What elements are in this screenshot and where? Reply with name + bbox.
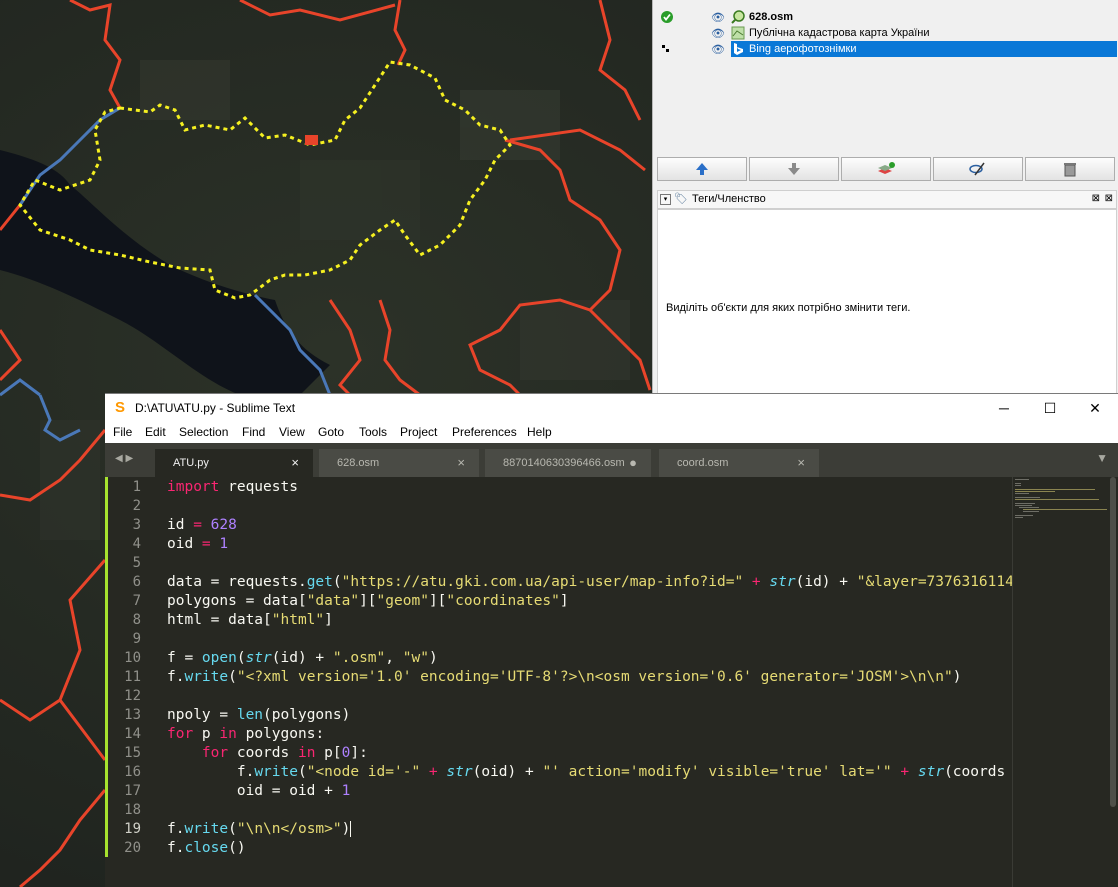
menu-preferences[interactable]: Preferences — [452, 425, 517, 439]
close-tab-icon[interactable]: × — [797, 455, 805, 470]
code-line-8: html = data["html"] — [167, 612, 333, 628]
code-line-3: id = 628 — [167, 517, 237, 533]
merge-layers-icon — [878, 162, 895, 174]
modified-lines-marker — [105, 477, 108, 857]
code-line-10: f = open(str(id) + ".osm", "w") — [167, 650, 438, 666]
sublime-text-window: S D:\ATU\ATU.py - Sublime Text ─ ☐ ✕ Fil… — [105, 393, 1118, 887]
maximize-button[interactable]: ☐ — [1027, 394, 1073, 422]
tags-empty-message: Виділіть об'єкти для яких потрібно зміни… — [666, 302, 911, 314]
show-hide-button[interactable] — [933, 157, 1023, 181]
menu-bar: File Edit Selection Find View Goto Tools… — [105, 421, 1118, 443]
tab-coord-osm[interactable]: coord.osm × — [659, 449, 819, 477]
tab-bar: ◀ ▶ ATU.py × 628.osm × 8870140630396466.… — [105, 443, 1118, 477]
tags-panel-body: Виділіть об'єкти для яких потрібно зміни… — [657, 209, 1117, 397]
move-up-button[interactable] — [657, 157, 747, 181]
code-line-6: data = requests.get("https://atu.gki.com… — [167, 574, 1012, 590]
move-down-icon — [788, 163, 800, 175]
code-line-15: for coords in p[0]: — [201, 745, 368, 761]
tags-panel-title: Теги/Членство — [692, 193, 766, 205]
imagery-layer-icon — [731, 26, 745, 40]
layer-name: Bing аерофотознімки — [749, 43, 857, 55]
move-down-button[interactable] — [749, 157, 839, 181]
code-line-11: f.write("<?xml version='1.0' encoding='U… — [167, 669, 962, 685]
josm-side-panel: 👁 628.osm 👁 Публічна кадастрова карта Ук… — [652, 0, 1118, 397]
window-title: D:\ATU\ATU.py - Sublime Text — [135, 401, 296, 415]
code-editor[interactable]: import requests id = 628 oid = 1 data = … — [167, 477, 1012, 887]
delete-layer-icon — [1064, 163, 1076, 177]
sublime-logo-icon: S — [115, 399, 126, 416]
tag-icon: 🏷 — [674, 193, 688, 205]
code-line-20: f.close() — [167, 840, 246, 856]
move-up-icon — [696, 163, 708, 175]
code-line-14: for p in polygons: — [167, 726, 325, 742]
menu-file[interactable]: File — [113, 425, 132, 439]
code-line-13: npoly = len(polygons) — [167, 707, 351, 723]
tab-nav-arrows-icon[interactable]: ◀ ▶ — [115, 453, 133, 464]
close-button[interactable]: ✕ — [1072, 394, 1118, 422]
menu-tools[interactable]: Tools — [359, 425, 387, 439]
minimap[interactable] — [1012, 477, 1109, 887]
menu-find[interactable]: Find — [242, 425, 265, 439]
close-tab-icon[interactable]: × — [457, 455, 465, 470]
delete-layer-button[interactable] — [1025, 157, 1115, 181]
close-tab-icon[interactable]: × — [291, 455, 299, 470]
minimize-button[interactable]: ─ — [981, 394, 1027, 422]
vertical-scrollbar[interactable] — [1108, 477, 1118, 887]
tags-panel-header: ▾ 🏷 Теги/Членство ⊠ ⊠ — [657, 190, 1117, 209]
unsaved-dot-icon[interactable]: ● — [629, 455, 637, 470]
visibility-eye-icon[interactable]: 👁 — [711, 27, 725, 40]
menu-selection[interactable]: Selection — [179, 425, 228, 439]
menu-edit[interactable]: Edit — [145, 425, 166, 439]
bing-icon — [731, 42, 745, 56]
tab-atu-py[interactable]: ATU.py × — [155, 449, 313, 477]
layer-toolbar — [657, 157, 1115, 181]
visibility-eye-icon[interactable]: 👁 — [711, 43, 725, 56]
text-cursor — [350, 821, 352, 837]
layer-row-cadastre[interactable]: 👁 Публічна кадастрова карта України — [657, 25, 1115, 41]
close-panel-icon[interactable]: ⊠ — [1105, 193, 1113, 204]
code-line-7: polygons = data["data"]["geom"]["coordin… — [167, 593, 569, 609]
menu-goto[interactable]: Goto — [318, 425, 344, 439]
dock-icon[interactable]: ⊠ — [1092, 193, 1100, 204]
layer-name: Публічна кадастрова карта України — [749, 27, 930, 39]
osm-data-layer-icon — [731, 10, 745, 24]
layer-name: 628.osm — [749, 11, 794, 23]
menu-help[interactable]: Help — [527, 425, 552, 439]
menu-project[interactable]: Project — [400, 425, 437, 439]
active-layer-marker-icon — [661, 43, 673, 55]
line-number-gutter: 1 2 3 4 5 6 7 8 9 10 11 12 13 14 15 16 1… — [105, 477, 163, 887]
code-line-17: oid = oid + 1 — [167, 783, 351, 799]
merge-layers-button[interactable] — [841, 157, 931, 181]
visibility-eye-icon[interactable]: 👁 — [711, 11, 725, 24]
layer-row-osm[interactable]: 👁 628.osm — [657, 9, 1115, 25]
code-line-19: f.write("\n\n</osm>") — [167, 821, 352, 837]
scrollbar-thumb[interactable] — [1110, 477, 1116, 807]
title-bar[interactable]: S D:\ATU\ATU.py - Sublime Text ─ ☐ ✕ — [105, 393, 1118, 422]
tab-8870140630396466-osm[interactable]: 8870140630396466.osm ● — [485, 449, 651, 477]
show-hide-icon — [969, 162, 985, 176]
code-line-1: import requests — [167, 479, 298, 495]
active-layer-check-icon — [661, 11, 673, 23]
layer-row-bing[interactable]: 👁 Bing аерофотознімки — [657, 41, 1117, 57]
minimap-preview — [1015, 479, 1107, 518]
tab-628-osm[interactable]: 628.osm × — [319, 449, 479, 477]
collapse-icon[interactable]: ▾ — [660, 194, 671, 205]
menu-view[interactable]: View — [279, 425, 305, 439]
code-line-16: f.write("<node id='-" + str(oid) + "' ac… — [167, 764, 1006, 780]
tab-dropdown-icon[interactable]: ▼ — [1096, 451, 1108, 465]
code-line-4: oid = 1 — [167, 536, 229, 552]
